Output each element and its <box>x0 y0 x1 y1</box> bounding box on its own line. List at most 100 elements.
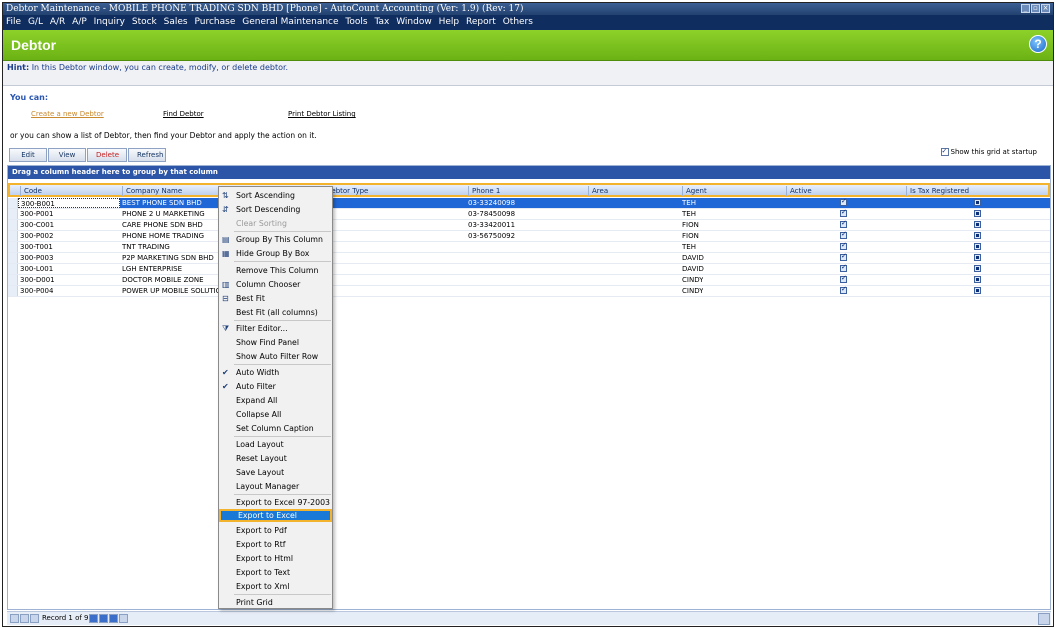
table-row[interactable]: 300-B001 BEST PHONE SDN BHD 03-33240098 … <box>8 197 1050 209</box>
cell-agent[interactable]: FION <box>682 220 699 230</box>
menu-ap[interactable]: A/P <box>72 17 87 27</box>
cell-agent[interactable]: TEH <box>682 198 696 208</box>
menu-remove-column[interactable]: Remove This Column <box>219 264 332 277</box>
menu-layout-manager[interactable]: Layout Manager <box>219 480 332 493</box>
cell-code[interactable]: 300-P001 <box>20 209 53 219</box>
cell-company[interactable]: PHONE HOME TRADING <box>122 231 222 241</box>
next-page-icon[interactable] <box>99 614 108 623</box>
menu-filter-editor[interactable]: ⧩ Filter Editor... <box>219 322 332 335</box>
menu-report[interactable]: Report <box>466 17 496 27</box>
menu-gl[interactable]: G/L <box>28 17 43 27</box>
col-tax-registered[interactable]: Is Tax Registered <box>906 186 1046 196</box>
col-code[interactable]: Code <box>20 186 122 196</box>
menu-inquiry[interactable]: Inquiry <box>94 17 125 27</box>
menu-best-fit-all[interactable]: Best Fit (all columns) <box>219 306 332 319</box>
menu-auto-width[interactable]: ✔ Auto Width <box>219 366 332 379</box>
next-record-icon[interactable] <box>89 614 98 623</box>
table-row[interactable]: 300-P002 PHONE HOME TRADING 03-56750092 … <box>8 230 1050 242</box>
menu-export-pdf[interactable]: Export to Pdf <box>219 524 332 537</box>
show-grid-checkbox[interactable] <box>940 147 949 156</box>
menu-help[interactable]: Help <box>439 17 460 27</box>
tax-registered-checkbox[interactable] <box>974 232 981 239</box>
group-by-box[interactable]: Drag a column header here to group by th… <box>8 166 1050 179</box>
cell-code[interactable]: 300-L001 <box>20 264 53 274</box>
cell-company[interactable]: LGH ENTERPRISE <box>122 264 222 274</box>
create-debtor-link[interactable]: Create a new Debtor <box>31 110 104 118</box>
cell-agent[interactable]: TEH <box>682 209 696 219</box>
prev-record-icon[interactable] <box>30 614 39 623</box>
cell-company[interactable]: POWER UP MOBILE SOLUTION <box>122 286 222 296</box>
menu-export-text[interactable]: Export to Text <box>219 566 332 579</box>
menu-sort-descending[interactable]: ⇵ Sort Descending <box>219 203 332 216</box>
cell-company[interactable]: DOCTOR MOBILE ZONE <box>122 275 222 285</box>
show-grid-option[interactable]: Show this grid at startup <box>940 147 1037 156</box>
active-checkbox[interactable] <box>840 197 847 206</box>
find-debtor-link[interactable]: Find Debtor <box>163 110 204 118</box>
menu-tools[interactable]: Tools <box>345 17 367 27</box>
col-agent[interactable]: Agent <box>682 186 786 196</box>
cell-company[interactable]: PHONE 2 U MARKETING <box>122 209 222 219</box>
cell-company[interactable]: BEST PHONE SDN BHD <box>122 198 222 208</box>
menu-best-fit[interactable]: ⊟ Best Fit <box>219 292 332 305</box>
tax-registered-checkbox[interactable] <box>974 265 981 272</box>
menu-export-rtf[interactable]: Export to Rtf <box>219 538 332 551</box>
cell-phone[interactable]: 03-56750092 <box>468 231 515 241</box>
table-row[interactable]: 300-L001 LGH ENTERPRISE DAVID <box>8 263 1050 275</box>
menu-sales[interactable]: Sales <box>164 17 188 27</box>
active-checkbox[interactable] <box>840 252 847 261</box>
menu-export-excel-97[interactable]: Export to Excel 97-2003 <box>219 496 332 509</box>
restore-button[interactable]: ▫ <box>1031 4 1040 13</box>
cell-agent[interactable]: CINDY <box>682 275 703 285</box>
close-button[interactable]: × <box>1041 4 1050 13</box>
active-checkbox[interactable] <box>840 219 847 228</box>
cell-code[interactable]: 300-D001 <box>20 275 55 285</box>
menu-reset-layout[interactable]: Reset Layout <box>219 452 332 465</box>
cell-code[interactable]: 300-B001 <box>18 198 120 208</box>
view-button[interactable]: View <box>48 148 86 162</box>
menu-group-by-column[interactable]: ▤ Group By This Column <box>219 233 332 246</box>
cell-code[interactable]: 300-C001 <box>20 220 54 230</box>
tax-registered-checkbox[interactable] <box>974 243 981 250</box>
menu-tax[interactable]: Tax <box>374 17 389 27</box>
menu-purchase[interactable]: Purchase <box>195 17 236 27</box>
col-debtor-type[interactable]: Debtor Type <box>322 186 468 196</box>
cell-company[interactable]: CARE PHONE SDN BHD <box>122 220 222 230</box>
cell-company[interactable]: TNT TRADING <box>122 242 222 252</box>
active-checkbox[interactable] <box>840 208 847 217</box>
cell-code[interactable]: 300-P004 <box>20 286 53 296</box>
cell-agent[interactable]: DAVID <box>682 253 704 263</box>
cell-phone[interactable]: 03-33420011 <box>468 220 515 230</box>
col-area[interactable]: Area <box>588 186 682 196</box>
tax-registered-checkbox[interactable] <box>974 254 981 261</box>
menu-export-excel[interactable]: Export to Excel <box>219 509 332 522</box>
last-record-icon[interactable] <box>109 614 118 623</box>
active-checkbox[interactable] <box>840 263 847 272</box>
table-row[interactable]: 300-T001 TNT TRADING TEH <box>8 241 1050 253</box>
menu-export-html[interactable]: Export to Html <box>219 552 332 565</box>
first-record-icon[interactable] <box>10 614 19 623</box>
tax-registered-checkbox[interactable] <box>974 199 981 206</box>
tax-registered-checkbox[interactable] <box>974 221 981 228</box>
cell-company[interactable]: P2P MARKETING SDN BHD <box>122 253 222 263</box>
menu-file[interactable]: File <box>6 17 21 27</box>
menu-general-maintenance[interactable]: General Maintenance <box>242 17 338 27</box>
menu-hide-group-box[interactable]: ▦ Hide Group By Box <box>219 247 332 260</box>
menu-save-layout[interactable]: Save Layout <box>219 466 332 479</box>
menu-sort-ascending[interactable]: ⇅ Sort Ascending <box>219 189 332 202</box>
cell-phone[interactable]: 03-33240098 <box>468 198 515 208</box>
menu-others[interactable]: Others <box>503 17 533 27</box>
tax-registered-checkbox[interactable] <box>974 287 981 294</box>
table-row[interactable]: 300-C001 CARE PHONE SDN BHD 03-33420011 … <box>8 219 1050 231</box>
cell-agent[interactable]: CINDY <box>682 286 703 296</box>
refresh-button[interactable]: Refresh <box>128 148 166 162</box>
cell-phone[interactable]: 03-78450098 <box>468 209 515 219</box>
active-checkbox[interactable] <box>840 230 847 239</box>
col-phone[interactable]: Phone 1 <box>468 186 588 196</box>
help-icon[interactable]: ? <box>1029 35 1047 53</box>
menu-load-layout[interactable]: Load Layout <box>219 438 332 451</box>
delete-button[interactable]: Delete <box>87 148 127 162</box>
menu-column-chooser[interactable]: ▥ Column Chooser <box>219 278 332 291</box>
cell-agent[interactable]: DAVID <box>682 264 704 274</box>
menu-export-xml[interactable]: Export to Xml <box>219 580 332 593</box>
menu-auto-filter[interactable]: ✔ Auto Filter <box>219 380 332 393</box>
